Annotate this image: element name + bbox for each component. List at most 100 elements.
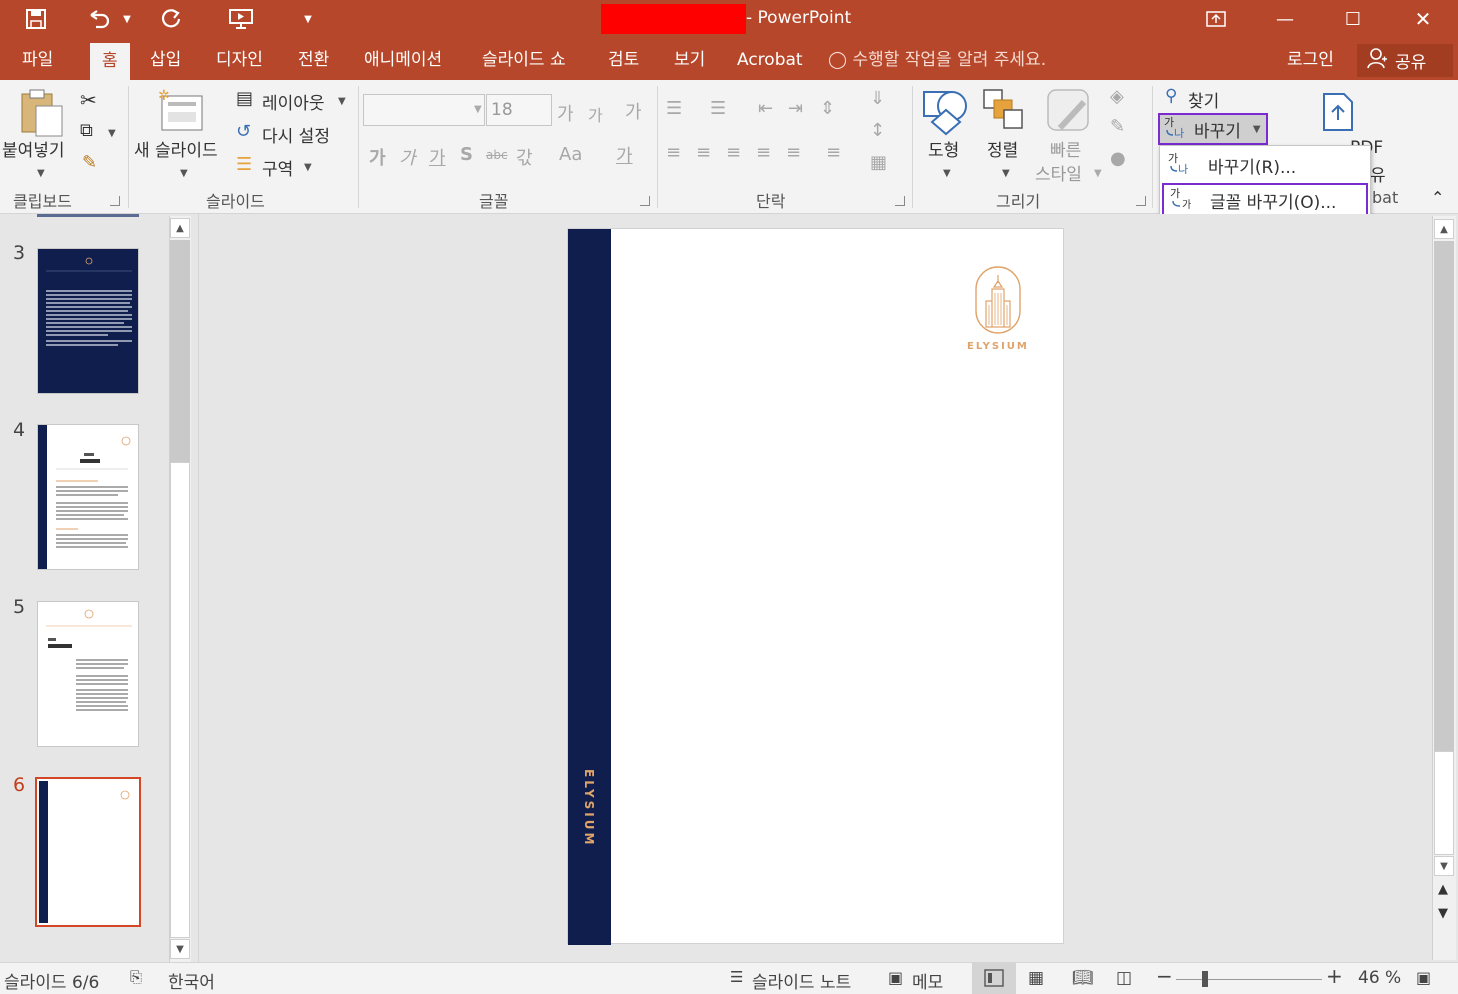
quick-styles-label-2[interactable]: 스타일: [1035, 160, 1082, 185]
close-button[interactable]: ✕: [1400, 4, 1446, 34]
layout-button[interactable]: 레이아웃: [262, 89, 325, 114]
next-slide-icon[interactable]: ▼︎: [1438, 906, 1448, 921]
thumbnail-slide-4[interactable]: [37, 424, 139, 570]
tab-review[interactable]: 검토: [596, 40, 651, 80]
arrange-dropdown-icon[interactable]: ▼: [1002, 168, 1010, 179]
smartart-icon[interactable]: ▦: [870, 152, 887, 173]
ribbon-display-options-icon[interactable]: [1193, 4, 1239, 34]
numbering-icon[interactable]: ☰: [710, 98, 726, 119]
paste-dropdown-icon[interactable]: ▼: [37, 168, 45, 179]
shapes-button[interactable]: 도형: [928, 136, 959, 161]
text-direction-icon[interactable]: ⇓: [870, 88, 885, 109]
font-color-button[interactable]: 가: [616, 142, 633, 168]
paste-icon[interactable]: [18, 88, 66, 142]
new-slide-icon[interactable]: ✲: [156, 88, 204, 138]
current-slide[interactable]: ELYSIUM ELYSIUM: [567, 228, 1064, 945]
spell-check-icon[interactable]: ⎘: [130, 968, 142, 986]
section-button[interactable]: 구역: [262, 155, 293, 180]
collapse-ribbon-icon[interactable]: ⌃: [1431, 188, 1444, 207]
clear-format-button[interactable]: 가: [625, 98, 642, 124]
distributed-icon[interactable]: ≡: [786, 142, 801, 163]
slide-scroll-track[interactable]: [1434, 241, 1454, 751]
increase-indent-icon[interactable]: ⇥: [788, 98, 803, 119]
menu-item-replace[interactable]: 가나 바꾸기(R)...: [1162, 148, 1368, 182]
normal-view-button[interactable]: [972, 963, 1016, 994]
thumbnail-slide-3[interactable]: [37, 248, 139, 394]
share-adobe-pdf-icon[interactable]: [1318, 90, 1362, 138]
columns-icon[interactable]: ≡: [826, 142, 841, 163]
shrink-font-button[interactable]: 가: [588, 102, 603, 126]
quick-styles-label-1[interactable]: 빠른: [1050, 136, 1081, 161]
minimize-button[interactable]: —: [1262, 4, 1308, 34]
slideshow-view-icon[interactable]: ◫: [1116, 968, 1132, 988]
comments-button[interactable]: 메모: [912, 968, 943, 993]
previous-slide-icon[interactable]: ▲︎: [1438, 882, 1448, 897]
justify-icon[interactable]: ≡: [756, 142, 771, 163]
notes-button[interactable]: 슬라이드 노트: [752, 968, 851, 993]
tab-insert[interactable]: 삽입: [138, 40, 193, 80]
fit-to-window-icon[interactable]: ▣: [1416, 968, 1431, 987]
quick-styles-dropdown-icon[interactable]: ▼: [1094, 168, 1102, 179]
undo-dropdown-icon[interactable]: ▼: [120, 6, 134, 32]
copy-icon[interactable]: ⧉: [80, 120, 93, 141]
font-launcher-icon[interactable]: [640, 196, 650, 206]
zoom-slider-thumb[interactable]: [1202, 971, 1208, 987]
slide-scroll-thumb[interactable]: [1434, 751, 1454, 855]
shadow-button[interactable]: S: [460, 144, 473, 165]
line-spacing-icon[interactable]: ⇕: [820, 98, 835, 119]
align-text-icon[interactable]: ↕: [870, 120, 885, 141]
tab-view[interactable]: 보기: [662, 40, 717, 80]
slide-scroll-down-icon[interactable]: ▼: [1434, 856, 1454, 876]
save-icon[interactable]: [22, 6, 50, 32]
zoom-level[interactable]: 46 %: [1358, 968, 1401, 988]
align-right-icon[interactable]: ≡: [726, 142, 741, 163]
format-painter-icon[interactable]: ✎: [82, 152, 97, 173]
underline-button[interactable]: 가: [429, 144, 446, 170]
italic-button[interactable]: 가: [399, 144, 416, 170]
thumbnail-scroll-up-icon[interactable]: ▲: [170, 218, 190, 238]
undo-icon[interactable]: [84, 6, 114, 32]
customize-qat-icon[interactable]: ▼: [300, 6, 316, 32]
thumbnail-scroll-down-icon[interactable]: ▼: [170, 939, 190, 959]
font-name-dropdown-icon[interactable]: ▼: [474, 104, 482, 115]
tell-me-box[interactable]: ◯ 수행할 작업을 알려 주세요.: [828, 40, 1046, 80]
language-indicator[interactable]: 한국어: [168, 968, 215, 993]
copy-dropdown-icon[interactable]: ▼: [108, 128, 116, 139]
thumbnail-slide-5[interactable]: [37, 601, 139, 747]
redo-icon[interactable]: [156, 6, 186, 32]
strikethrough-button[interactable]: abc: [486, 148, 508, 162]
paragraph-launcher-icon[interactable]: [895, 196, 905, 206]
slide-sorter-view-icon[interactable]: ▦: [1028, 968, 1044, 988]
cut-icon[interactable]: ✂: [80, 88, 97, 112]
find-button[interactable]: 찾기: [1188, 87, 1219, 112]
new-slide-button[interactable]: 새 슬라이드: [134, 136, 218, 161]
start-from-beginning-icon[interactable]: [226, 6, 256, 32]
align-center-icon[interactable]: ≡: [696, 142, 711, 163]
tab-slideshow[interactable]: 슬라이드 쇼: [470, 40, 578, 80]
replace-dropdown-icon[interactable]: ▼: [1253, 124, 1261, 135]
grow-font-button[interactable]: 가: [557, 100, 574, 126]
change-case-button[interactable]: Aa: [559, 144, 582, 165]
align-left-icon[interactable]: ≡: [666, 142, 681, 163]
replace-split-button[interactable]: 가나 바꾸기 ▼: [1158, 113, 1268, 145]
shape-effects-icon[interactable]: ●: [1110, 148, 1126, 169]
thumbnail-scroll-track[interactable]: [170, 240, 190, 462]
share-button[interactable]: 공유: [1357, 44, 1453, 77]
clipboard-launcher-icon[interactable]: [110, 196, 120, 206]
quick-styles-icon[interactable]: [1046, 88, 1092, 138]
font-size-input[interactable]: 18: [486, 94, 552, 126]
zoom-out-button[interactable]: −: [1156, 964, 1173, 988]
decrease-indent-icon[interactable]: ⇤: [758, 98, 773, 119]
thumbnail-scroll-thumb[interactable]: [170, 462, 190, 938]
new-slide-dropdown-icon[interactable]: ▼: [180, 168, 188, 179]
reading-view-icon[interactable]: 📖︎: [1072, 968, 1094, 988]
font-name-input[interactable]: [363, 94, 485, 126]
shapes-dropdown-icon[interactable]: ▼: [943, 168, 951, 179]
zoom-in-button[interactable]: +: [1326, 964, 1343, 988]
arrange-button[interactable]: 정렬: [987, 136, 1018, 161]
tab-home[interactable]: 홈: [90, 43, 130, 80]
char-spacing-button[interactable]: 갃: [516, 144, 533, 170]
tab-animations[interactable]: 애니메이션: [352, 40, 454, 80]
menu-item-replace-fonts[interactable]: 가가 글꼴 바꾸기(O)...: [1162, 183, 1368, 217]
login-link[interactable]: 로그인: [1287, 40, 1334, 80]
